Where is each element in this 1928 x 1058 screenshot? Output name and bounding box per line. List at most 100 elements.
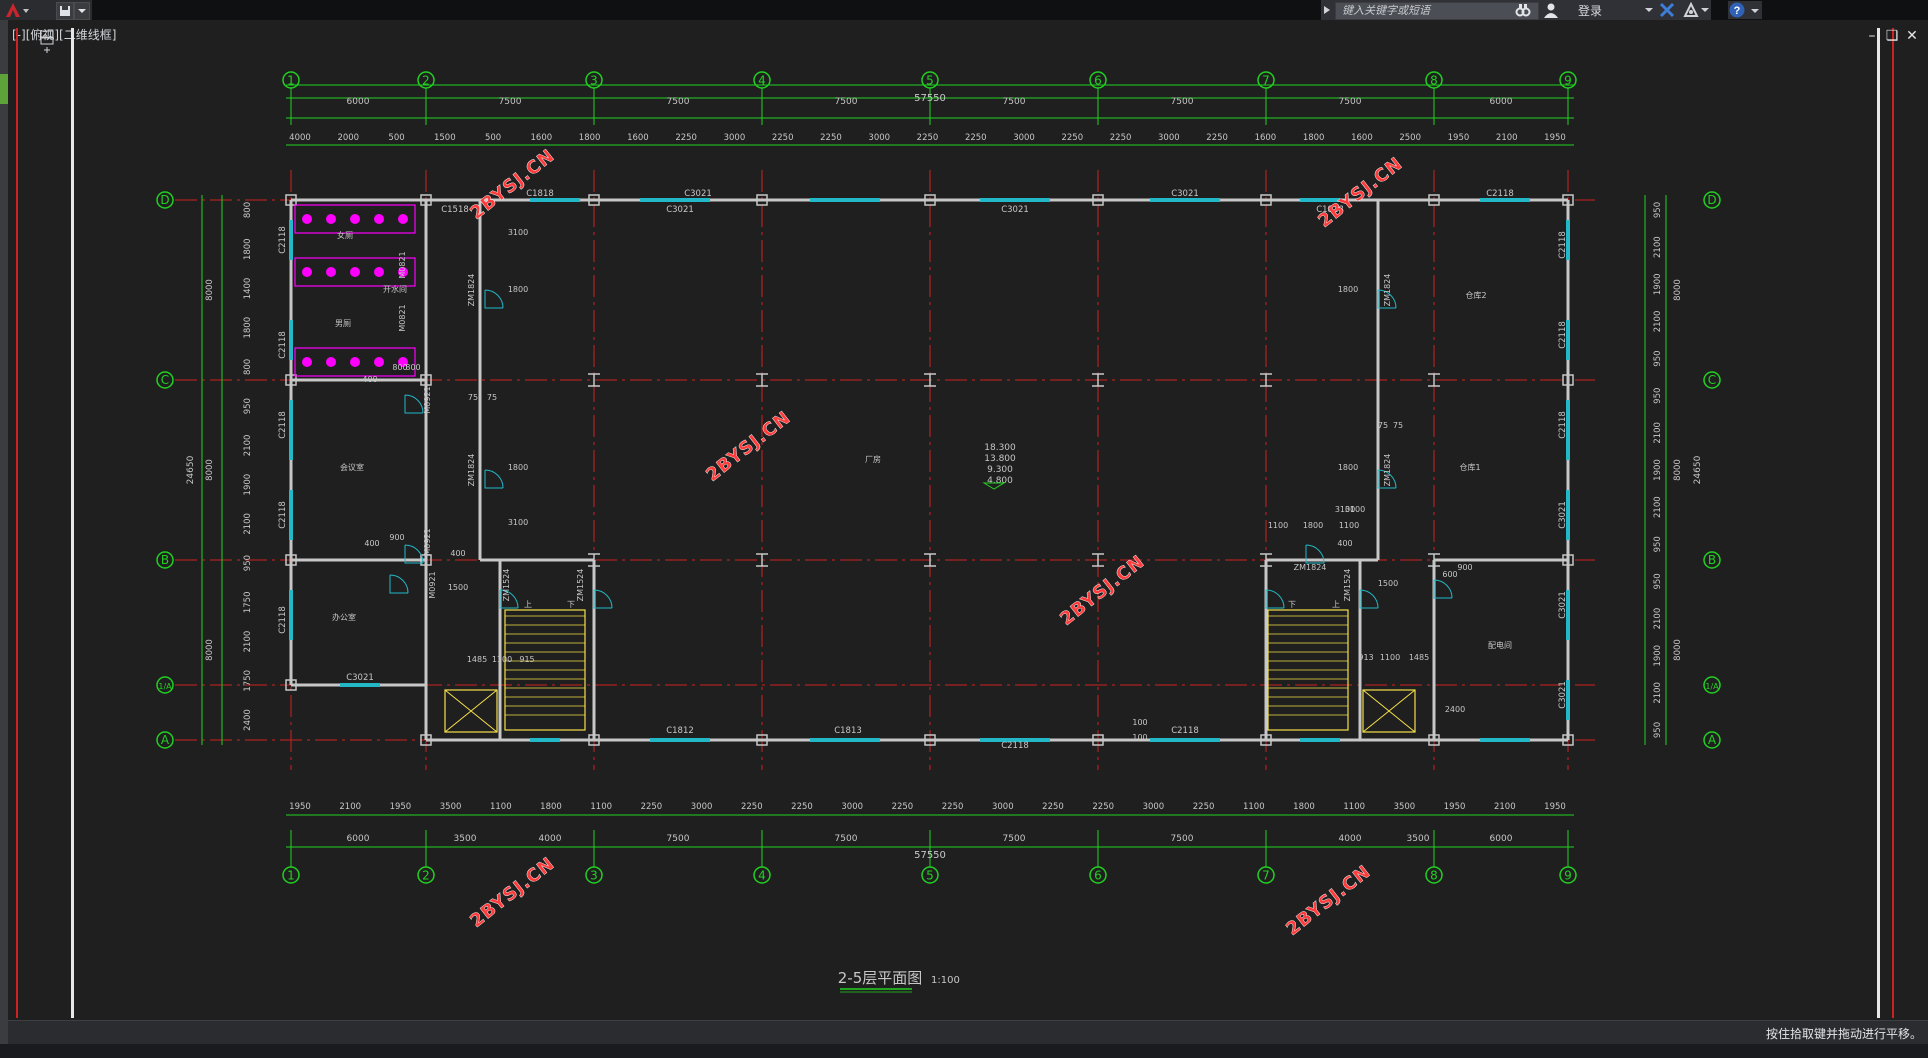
toilet-fixture xyxy=(350,214,360,224)
dimension-text: 4000 xyxy=(539,834,562,844)
dimension-text: 57550 xyxy=(914,93,946,104)
dimension-text: 3500 xyxy=(1394,802,1416,812)
dimension-text: 2250 xyxy=(1061,133,1083,143)
dimension-text: 7500 xyxy=(1171,97,1194,107)
dimension-text: 2250 xyxy=(772,133,794,143)
dimension-text: 1100 xyxy=(590,802,612,812)
dimension-text: 900 xyxy=(1457,563,1472,572)
dimension-text: 3000 xyxy=(724,133,746,143)
dimension-text: 1600 xyxy=(1255,133,1277,143)
dimension-text: 950 xyxy=(1653,350,1663,366)
dimension-text: 1485 xyxy=(1409,653,1429,662)
door-swing xyxy=(1433,579,1453,599)
door-label: M0921 xyxy=(423,528,432,555)
dimension-text: 75 xyxy=(487,393,497,402)
door-swing xyxy=(389,574,409,594)
dimension-text: 3000 xyxy=(1158,133,1180,143)
dimension-text: 1800 xyxy=(1303,133,1325,143)
dimension-text: 2250 xyxy=(741,802,763,812)
dimension-text: 24650 xyxy=(186,455,196,484)
dimension-text: 1900 xyxy=(1653,459,1663,481)
window-label: C2118 xyxy=(278,411,288,439)
dimension-text: 400 xyxy=(1337,539,1352,548)
grid-label: 1/A xyxy=(1705,682,1719,691)
dimension-text: 1800 xyxy=(1338,463,1358,472)
window-label: C3021 xyxy=(1558,501,1568,529)
dimension-text: 2400 xyxy=(1445,705,1465,714)
door-label: M0921 xyxy=(423,386,432,413)
dimension-text: 7500 xyxy=(1171,834,1194,844)
door-label: ZM1824 xyxy=(1383,454,1392,487)
dimension-text: 1100 xyxy=(1268,521,1288,530)
dimension-text: 4000 xyxy=(1339,834,1362,844)
dimension-text: 100 xyxy=(1132,718,1147,727)
status-bar: 按住拾取键并拖动进行平移。 xyxy=(8,1020,1928,1045)
stair-label: 上 xyxy=(1332,600,1340,609)
floor-plan[interactable]: 112233445566778899D DC CB B1/A 1/AA A57550600… xyxy=(0,0,1928,1058)
dimension-text: 2100 xyxy=(1653,422,1663,444)
dimension-text: 2250 xyxy=(917,133,939,143)
elevation-text: 9.300 xyxy=(987,465,1013,475)
dimension-text: 3000 xyxy=(1143,802,1165,812)
stair-label: 下 xyxy=(567,600,575,609)
room-label: 厂房 xyxy=(865,454,881,464)
door-label: M0821 xyxy=(398,304,407,331)
dimension-text: 57550 xyxy=(914,850,946,861)
dimension-text: 2100 xyxy=(1496,133,1518,143)
grid-label: A xyxy=(1708,733,1717,747)
dimension-text: 24650 xyxy=(1693,455,1703,484)
window-label: C3021 xyxy=(346,673,374,683)
grid-label: 6 xyxy=(1094,869,1102,883)
grid-label: B xyxy=(161,553,169,567)
room-label: 办公室 xyxy=(332,612,356,622)
dimension-text: 8000 xyxy=(205,279,215,301)
grid-label: B xyxy=(1708,553,1716,567)
door-label: ZM1824 xyxy=(467,274,476,307)
window-label: C3021 xyxy=(666,205,694,215)
toilet-fixture xyxy=(326,267,336,277)
dimension-text: 2100 xyxy=(339,802,361,812)
bottom-bar xyxy=(0,1044,1928,1058)
dimension-text: 1800 xyxy=(243,317,253,339)
dimension-text: 950 xyxy=(1653,573,1663,589)
grid-label: 1/A xyxy=(158,682,172,691)
window-label: C3021 xyxy=(684,189,712,199)
dimension-text: 6000 xyxy=(347,97,370,107)
dimension-text: 1800 xyxy=(1338,285,1358,294)
window-label: C3021 xyxy=(1171,189,1199,199)
dimension-text: 400 xyxy=(450,549,465,558)
dimension-text: 1900 xyxy=(1653,273,1663,295)
window-label: C2118 xyxy=(278,501,288,529)
dimension-text: 2100 xyxy=(1653,682,1663,704)
dimension-text: 1500 xyxy=(434,133,456,143)
dimension-text: 1800 xyxy=(508,285,528,294)
toilet-fixture xyxy=(350,357,360,367)
dimension-text: 6000 xyxy=(347,834,370,844)
dimension-text: 2000 xyxy=(337,133,359,143)
door-label: M0821 xyxy=(398,251,407,278)
dimension-text: 2250 xyxy=(791,802,813,812)
door-swing xyxy=(1265,589,1285,609)
dimension-text: 913 xyxy=(1358,653,1373,662)
dimension-text: 1800 xyxy=(540,802,562,812)
dimension-text: 3000 xyxy=(992,802,1014,812)
toilet-fixture xyxy=(302,214,312,224)
door-swing xyxy=(484,289,504,309)
window-label: C2118 xyxy=(1558,321,1568,349)
grid-label: 7 xyxy=(1262,869,1270,883)
dimension-text: 100 xyxy=(1132,733,1147,742)
grid-label: 1 xyxy=(287,869,295,883)
dimension-text: 2100 xyxy=(1653,236,1663,258)
room-label: 会议室 xyxy=(340,462,364,472)
dimension-text: 2250 xyxy=(675,133,697,143)
dimension-text: 900 xyxy=(389,533,404,542)
grid-label: C xyxy=(161,373,169,387)
door-swing xyxy=(484,469,504,489)
status-message: 按住拾取键并拖动进行平移。 xyxy=(1765,1027,1922,1041)
dimension-text: 2250 xyxy=(1110,133,1132,143)
window-label: C2118 xyxy=(278,331,288,359)
dimension-text: 2500 xyxy=(1399,133,1421,143)
elevation-text: 18.300 xyxy=(984,443,1016,453)
window-label: C1812 xyxy=(666,726,694,736)
dimension-text: 6000 xyxy=(1490,834,1513,844)
